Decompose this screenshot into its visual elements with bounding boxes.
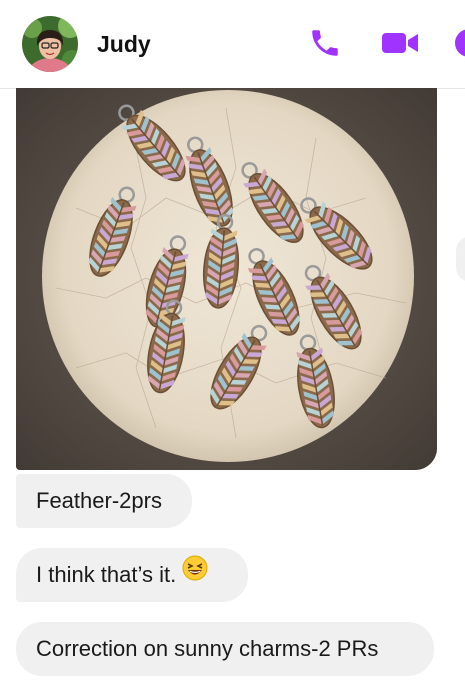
- message-text: Correction on sunny charms-2 PRs: [36, 636, 379, 661]
- contact-name[interactable]: Judy: [97, 31, 151, 58]
- chat-header: Judy: [0, 0, 465, 89]
- partial-message-bubble: [456, 236, 465, 282]
- photo-message[interactable]: [16, 88, 437, 470]
- message-text: Feather-2prs: [36, 488, 162, 513]
- avatar[interactable]: [22, 16, 78, 72]
- message-bubble[interactable]: I think that’s it.: [16, 548, 248, 602]
- phone-icon[interactable]: [308, 26, 342, 65]
- info-icon[interactable]: [452, 26, 465, 65]
- message-text: I think that’s it.: [36, 562, 177, 587]
- video-camera-icon[interactable]: [380, 26, 420, 65]
- message-bubble[interactable]: Correction on sunny charms-2 PRs: [16, 622, 434, 676]
- grinning-squinting-face-emoji-icon: [182, 547, 208, 601]
- message-bubble[interactable]: Feather-2prs: [16, 474, 192, 528]
